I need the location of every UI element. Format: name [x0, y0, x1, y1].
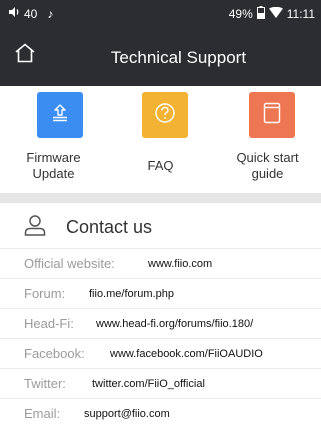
clock: 11:11	[286, 7, 315, 21]
contact-row-headfi: Head-Fi: www.head-fi.org/forums/fiio.180…	[0, 309, 321, 339]
contact-row-twitter: Twitter: twitter.com/FiiO_official	[0, 369, 321, 399]
twitter-label: Twitter:	[24, 376, 66, 391]
question-icon	[154, 102, 176, 129]
quick-start-guide-tile	[249, 92, 295, 138]
faq-button[interactable]: FAQ	[107, 92, 214, 192]
faq-tile	[142, 92, 188, 138]
twitter-link[interactable]: twitter.com/FiiO_official	[92, 378, 205, 391]
upload-icon	[50, 103, 70, 128]
contact-title: Contact us	[66, 217, 153, 237]
firmware-update-tile	[37, 92, 83, 138]
support-shortcuts: Firmware Update FAQ Quick start guide	[0, 86, 321, 193]
wifi-icon	[268, 6, 283, 21]
status-bar: 40 ♪ 49% 11:11	[0, 0, 321, 26]
contact-row-facebook: Facebook: www.facebook.com/FiiOAUDIO	[0, 339, 321, 369]
headfi-link[interactable]: www.head-fi.org/forums/fiio.180/	[96, 318, 253, 331]
firmware-update-text: Firmware Update	[26, 150, 81, 181]
email-link[interactable]: support@fiio.com	[84, 408, 170, 421]
forum-label: Forum:	[24, 286, 66, 301]
person-icon	[24, 214, 46, 241]
contact-row-website: Official website: www.fiio.com	[0, 249, 321, 279]
facebook-label: Facebook:	[24, 346, 85, 361]
faq-label: FAQ	[147, 158, 174, 173]
battery-percent: 49%	[228, 7, 253, 21]
page-title: Technical Support	[110, 48, 247, 67]
headfi-label: Head-Fi:	[24, 316, 74, 331]
quick-start-guide-label: Quick start guide	[214, 150, 321, 182]
battery-icon	[256, 6, 265, 22]
forum-link[interactable]: fiio.me/forum.php	[89, 288, 174, 301]
status-bar-right: 49% 11:11	[229, 6, 315, 22]
website-label: Official website:	[24, 256, 115, 271]
quick-start-guide-text: Quick start guide	[236, 150, 299, 181]
firmware-update-button[interactable]: Firmware Update	[0, 92, 107, 192]
contact-row-email: Email: support@fiio.com	[0, 399, 321, 426]
contact-row-forum: Forum: fiio.me/forum.php	[0, 279, 321, 309]
section-divider	[0, 193, 321, 203]
music-note-icon: ♪	[47, 6, 54, 21]
volume-icon	[8, 6, 20, 21]
firmware-update-label: Firmware Update	[0, 150, 107, 182]
website-link[interactable]: www.fiio.com	[148, 258, 212, 271]
app-header: Technical Support	[0, 26, 321, 86]
status-bar-left: 40 ♪	[8, 6, 53, 21]
email-label: Email:	[24, 406, 61, 421]
contact-section-header: Contact us	[0, 203, 321, 249]
facebook-link[interactable]: www.facebook.com/FiiOAUDIO	[110, 348, 263, 361]
book-icon	[263, 102, 281, 129]
quick-start-guide-button[interactable]: Quick start guide	[214, 92, 321, 192]
volume-level: 40	[24, 6, 38, 21]
